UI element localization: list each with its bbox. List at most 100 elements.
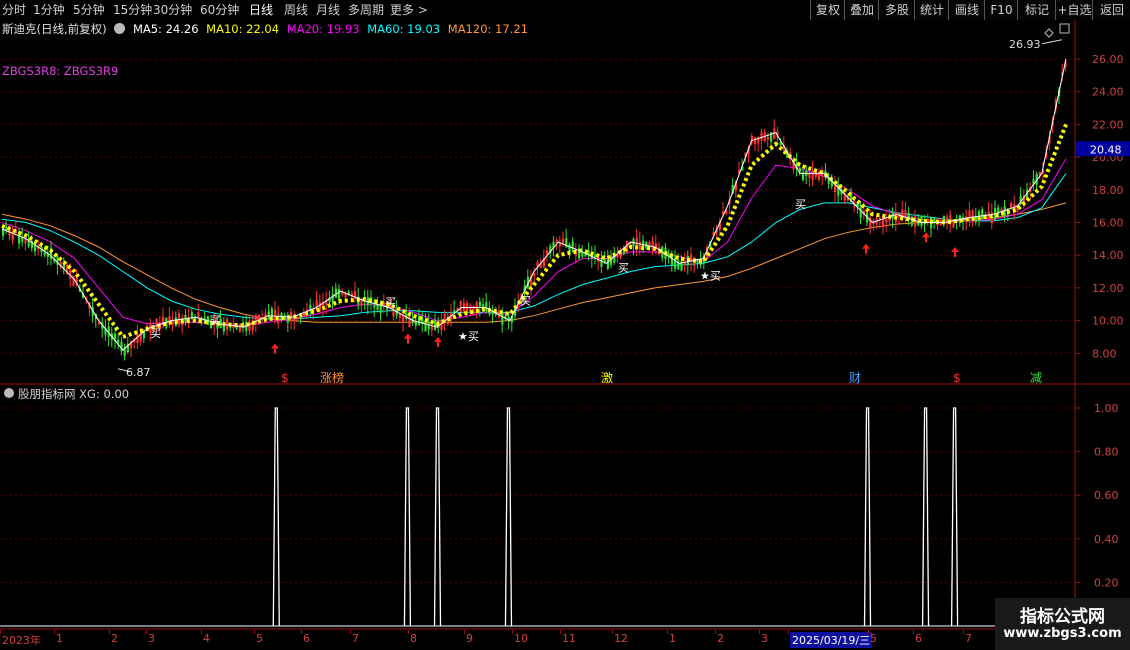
toolbar-button-6[interactable]: 标记: [1017, 0, 1056, 20]
date-axis-label: 8: [410, 632, 417, 645]
candle-body: [882, 216, 885, 228]
date-tick: [301, 630, 302, 634]
candle-body: [600, 258, 603, 267]
buy-signal-label: ★买: [700, 270, 721, 283]
date-tick: [512, 630, 513, 634]
date-axis-label: 11: [562, 632, 576, 645]
date-axis-label: 9: [466, 632, 473, 645]
date-axis-label: 12: [614, 632, 628, 645]
candle-body: [558, 243, 561, 247]
price-tick-label: 14.00: [1092, 249, 1124, 262]
date-tick: [201, 630, 202, 634]
xg-signal-spike: [921, 407, 930, 627]
candle-body: [677, 260, 680, 270]
candle-body: [373, 304, 376, 308]
buy-signal-label: 买: [210, 314, 221, 327]
date-axis-label: 3: [148, 632, 155, 645]
date-axis-label: 2025/03/19/三: [790, 632, 873, 648]
toolbar-button-5[interactable]: F10: [984, 0, 1018, 20]
date-axis-label: 7: [352, 632, 359, 645]
watermark-title: 指标公式网: [1020, 607, 1105, 627]
sub-panel-label: 股朋指标网 XG: 0.00: [18, 387, 129, 401]
ma-line-ma60: [1, 173, 1067, 320]
candle-body: [635, 237, 638, 247]
period-tab-10[interactable]: 更多 >: [390, 0, 428, 20]
date-axis-label: 5: [870, 632, 877, 645]
candle-body: [754, 137, 757, 145]
candle-body: [430, 326, 433, 330]
price-tick-label: 10.00: [1092, 315, 1124, 328]
candle-body: [974, 216, 977, 222]
date-axis-label: 3: [761, 632, 768, 645]
window-icon[interactable]: [1059, 23, 1070, 34]
diamond-icon[interactable]: [1044, 28, 1054, 38]
period-tab-0[interactable]: 分时: [2, 0, 26, 20]
xg-signal-spike: [863, 407, 872, 627]
sub-tick-label: 0.40: [1094, 533, 1119, 546]
period-tab-3[interactable]: 15分钟: [113, 0, 152, 20]
date-tick: [350, 630, 351, 634]
date-tick: [715, 630, 716, 634]
date-axis-label: 7: [965, 632, 972, 645]
period-tab-1[interactable]: 1分钟: [33, 0, 65, 20]
toolbar-button-2[interactable]: 多股: [878, 0, 915, 20]
date-tick: [464, 630, 465, 634]
toolbar-button-7[interactable]: +自选: [1055, 0, 1093, 20]
xg-signal-spike: [504, 407, 513, 627]
period-tab-2[interactable]: 5分钟: [73, 0, 105, 20]
sub-tick-label: 0.80: [1094, 446, 1119, 459]
kline-chart[interactable]: 26.0024.0022.0020.0018.0016.0014.0012.00…: [0, 20, 1130, 630]
event-marker-label: 财: [849, 371, 861, 385]
price-tick-label: 16.00: [1092, 217, 1124, 230]
xg-signal-spike: [403, 407, 412, 627]
candle-body: [178, 313, 181, 325]
period-tab-5[interactable]: 60分钟: [200, 0, 239, 20]
period-tab-6[interactable]: 日线: [249, 0, 273, 20]
toolbar-button-4[interactable]: 画线: [948, 0, 985, 20]
date-tick: [560, 630, 561, 634]
buy-signal-label: 买: [385, 296, 396, 309]
indicator-formula-label: ZBGS3R8: ZBGS3R9: [2, 64, 118, 78]
toolbar-button-3[interactable]: 统计: [914, 0, 949, 20]
up-arrow-icon: [404, 333, 412, 344]
watermark-url: www.zbgs3.com: [1003, 626, 1122, 641]
sub-panel-settings-icon[interactable]: [4, 388, 14, 398]
toolbar-button-8[interactable]: 返回: [1092, 0, 1130, 20]
period-tab-4[interactable]: 30分钟: [153, 0, 192, 20]
high-price-label: 26.93: [1009, 38, 1041, 51]
toolbar-button-1[interactable]: 叠加: [844, 0, 879, 20]
candle-body: [434, 320, 437, 330]
event-marker-label: $: [281, 371, 289, 385]
buy-signal-label: 买: [795, 198, 806, 211]
price-tick-label: 12.00: [1092, 282, 1124, 295]
candle-body: [811, 170, 814, 181]
up-arrow-icon: [271, 343, 279, 354]
date-axis-label: 2: [111, 632, 118, 645]
date-axis-label: 4: [203, 632, 210, 645]
period-tab-8[interactable]: 月线: [316, 0, 340, 20]
candle-body: [478, 301, 481, 307]
candle-body: [136, 334, 139, 344]
date-axis-label: 6: [915, 632, 922, 645]
event-marker-label: $: [953, 371, 961, 385]
price-tick-label: 22.00: [1092, 118, 1124, 131]
candle-body: [427, 322, 430, 330]
date-axis-label: 10: [514, 632, 528, 645]
up-arrow-icon: [862, 243, 870, 254]
candle-body: [760, 132, 763, 141]
low-price-label: 6.87: [126, 366, 151, 379]
period-tab-9[interactable]: 多周期: [348, 0, 384, 20]
candle-body: [981, 209, 984, 219]
period-tab-7[interactable]: 周线: [284, 0, 308, 20]
current-price-label: 20.48: [1090, 143, 1122, 156]
candle-body: [555, 239, 558, 243]
candle-body: [1010, 203, 1013, 208]
up-arrow-icon: [951, 247, 959, 258]
date-tick: [254, 630, 255, 634]
toolbar-button-0[interactable]: 复权: [810, 0, 845, 20]
candle-body: [226, 318, 229, 330]
xg-signal-spike: [950, 407, 959, 627]
date-tick: [408, 630, 409, 634]
candle-body: [638, 241, 641, 250]
site-watermark: 指标公式网 www.zbgs3.com: [995, 598, 1130, 650]
